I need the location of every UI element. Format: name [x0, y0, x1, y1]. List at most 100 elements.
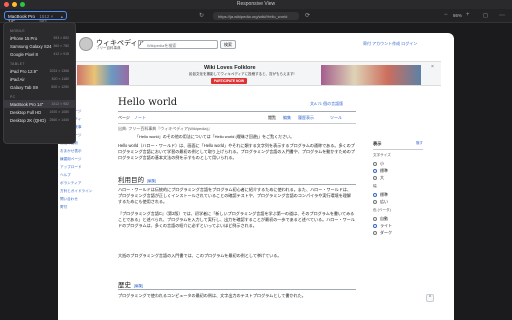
option-label: 標準 [380, 167, 388, 173]
zoom-level: 86% [453, 13, 463, 18]
tab-history[interactable]: 履歴表示 [298, 115, 314, 121]
text-size-option[interactable]: 大 [373, 174, 423, 181]
hatnote: 「Hello world」のその他の用法については「Hello world (曖… [135, 134, 295, 139]
banner-image-right [321, 65, 421, 85]
width-option[interactable]: 広い [373, 198, 423, 205]
paragraph: プログラミングで使われるコンピュータの最初の例は、文字出力のテストプログラムとし… [118, 293, 306, 298]
sidebar-item[interactable]: ヘルプ [60, 173, 100, 181]
device-option[interactable]: Desktop 2K (QHD) 2560 × 1440 [4, 116, 75, 124]
scroll-to-top-button[interactable]: ^ [426, 294, 434, 302]
sidebar-item[interactable]: 練習用ページ [60, 157, 100, 165]
color-option[interactable]: ライト [373, 222, 423, 229]
dropdown-group-label: PC [10, 95, 16, 99]
sidebar-item[interactable]: 方針とガイドライン [60, 189, 100, 197]
device-option-size: 2560 × 1440 [49, 118, 69, 122]
search-input[interactable]: Wikipediaを検索 [138, 40, 218, 49]
rotate-icon[interactable]: ↻ [199, 12, 204, 19]
search-button[interactable]: 検索 [220, 40, 236, 49]
device-option[interactable]: iPad Air 820 × 1180 [4, 75, 75, 83]
divider [118, 123, 356, 124]
toolbar: MacBook Pro 14" 1512 × 982 ▴ ↻ https://j… [0, 9, 512, 24]
radio-icon [373, 230, 377, 235]
user-tools[interactable]: 寄付 アカウント作成 ログイン [363, 41, 417, 47]
page-tabs: ページ ノート 閲覧 編集 履歴表示 ツール [118, 115, 356, 122]
device-option-size: 412 × 915 [53, 52, 69, 56]
banner-image-left [77, 65, 129, 85]
chevron-up-icon: ▴ [60, 14, 63, 19]
window-title: Responsive View [236, 1, 276, 7]
divider [118, 289, 356, 290]
device-option-selected[interactable]: MacBook Pro 14" 1512 × 982 [4, 100, 75, 108]
banner-title: Wiki Loves Folklore [204, 65, 256, 71]
zoom-out-icon[interactable]: − [444, 12, 448, 18]
tab-tools[interactable]: ツール [330, 115, 342, 121]
device-option-size: 820 × 1180 [51, 77, 69, 81]
participate-button[interactable]: PARTICIPATE NOW [211, 78, 247, 84]
radio-icon [373, 216, 377, 221]
device-name: MacBook Pro 14" [8, 14, 36, 24]
color-option[interactable]: 自動 [373, 215, 423, 222]
screenshot-icon[interactable]: ◻ [483, 12, 488, 19]
tab-article[interactable]: ページ [118, 115, 130, 121]
page-title: Hello world [118, 97, 178, 108]
device-selector-button[interactable]: MacBook Pro 14" 1512 × 982 ▴ [4, 11, 67, 24]
radio-icon [373, 161, 377, 166]
wiki-header: ☰ ウィキペディア フリー百科事典 Wikipediaを検索 検索 寄付 アカウ… [58, 33, 454, 59]
section-title: 歴史 [118, 281, 131, 289]
option-label: 小 [380, 160, 384, 166]
sidebar-item[interactable]: ボランティア [60, 181, 100, 189]
sidebar-item[interactable]: 寄付 [60, 205, 100, 213]
page-source: 出典: フリー百科事典『ウィキペディア(Wikipedia)』 [118, 126, 212, 131]
edit-section-link[interactable]: [編集] [134, 284, 143, 288]
width-label: 幅 [373, 184, 377, 188]
option-label: 大 [380, 174, 384, 180]
text-size-option[interactable]: 標準 [373, 167, 423, 174]
zoom-in-icon[interactable]: + [466, 12, 470, 18]
option-label: ライト [380, 222, 392, 228]
section-heading: 利用目的 [編集] [118, 174, 156, 184]
device-option[interactable]: Google Pixel 8 412 × 915 [4, 50, 75, 58]
device-option-name: iPad Pro 12.9" [10, 69, 38, 74]
sidebar-item[interactable]: アップロード [60, 165, 100, 173]
color-option[interactable]: ダーク [373, 229, 423, 236]
radio-icon [373, 175, 377, 180]
wikipedia-logo[interactable] [79, 37, 93, 51]
sidebar-item[interactable]: 問い合わせ [60, 197, 100, 205]
section-title: 利用目的 [118, 176, 144, 184]
device-option[interactable]: Samsung Galaxy S24 360 × 780 [4, 42, 75, 50]
tab-talk[interactable]: ノート [134, 115, 146, 121]
reload-icon[interactable]: ⟳ [305, 12, 310, 19]
option-label: 自動 [380, 215, 388, 221]
panel-heading: 表示 隠す [373, 141, 423, 147]
banner-text: 民俗文化を撮影してウィキペディアに投稿すると、賞がもらえます! [189, 72, 295, 76]
radio-icon [373, 199, 377, 204]
more-icon[interactable]: ⋯ [499, 12, 505, 19]
url-bar[interactable]: https://ja.wikipedia.org/wiki/Hello_worl… [213, 12, 299, 20]
sidebar-item[interactable]: おまかせ表示 [60, 149, 100, 157]
tab-edit[interactable]: 編集 [283, 115, 291, 121]
paragraph: ハロー・ワールドは伝統的にプログラミング言語をプログラム初心者に紹介するために使… [118, 187, 352, 204]
campaign-banner: Wiki Loves Folklore 民俗文化を撮影してウィキペディアに投稿す… [71, 61, 441, 86]
language-button[interactable]: 文A 71 個の言語版 [310, 101, 343, 107]
close-icon[interactable]: × [431, 64, 434, 70]
paragraph: 『プログラミング言語C』（第2版）では、初学者に「新しいプログラミング言語を学ぶ… [118, 211, 355, 228]
option-label: 広い [380, 198, 388, 204]
hide-panel-button[interactable]: 隠す [416, 141, 423, 146]
device-option-name: iPhone 15 Pro [10, 36, 38, 41]
dropdown-group-label: MOBILE [10, 29, 26, 33]
device-option[interactable]: Galaxy Tab S9 800 × 1280 [4, 83, 75, 91]
device-option-name: Desktop Full HD [10, 110, 42, 115]
width-option[interactable]: 標準 [373, 191, 423, 198]
edit-section-link[interactable]: [編集] [147, 179, 156, 183]
wiki-tagline: フリー百科事典 [96, 46, 121, 50]
dropdown-group-label: TABLET [10, 62, 25, 66]
device-option[interactable]: Desktop Full HD 1920 × 1080 [4, 108, 75, 116]
device-option[interactable]: iPhone 15 Pro 393 × 852 [4, 34, 75, 42]
device-option-name: iPad Air [10, 77, 25, 82]
text-size-option[interactable]: 小 [373, 160, 423, 167]
device-size: 1512 × 982 [39, 14, 54, 24]
device-option-size: 393 × 852 [53, 36, 69, 40]
device-option[interactable]: iPad Pro 12.9" 1024 × 1366 [4, 67, 75, 75]
divider [118, 111, 356, 112]
tab-read[interactable]: 閲覧 [268, 115, 276, 121]
